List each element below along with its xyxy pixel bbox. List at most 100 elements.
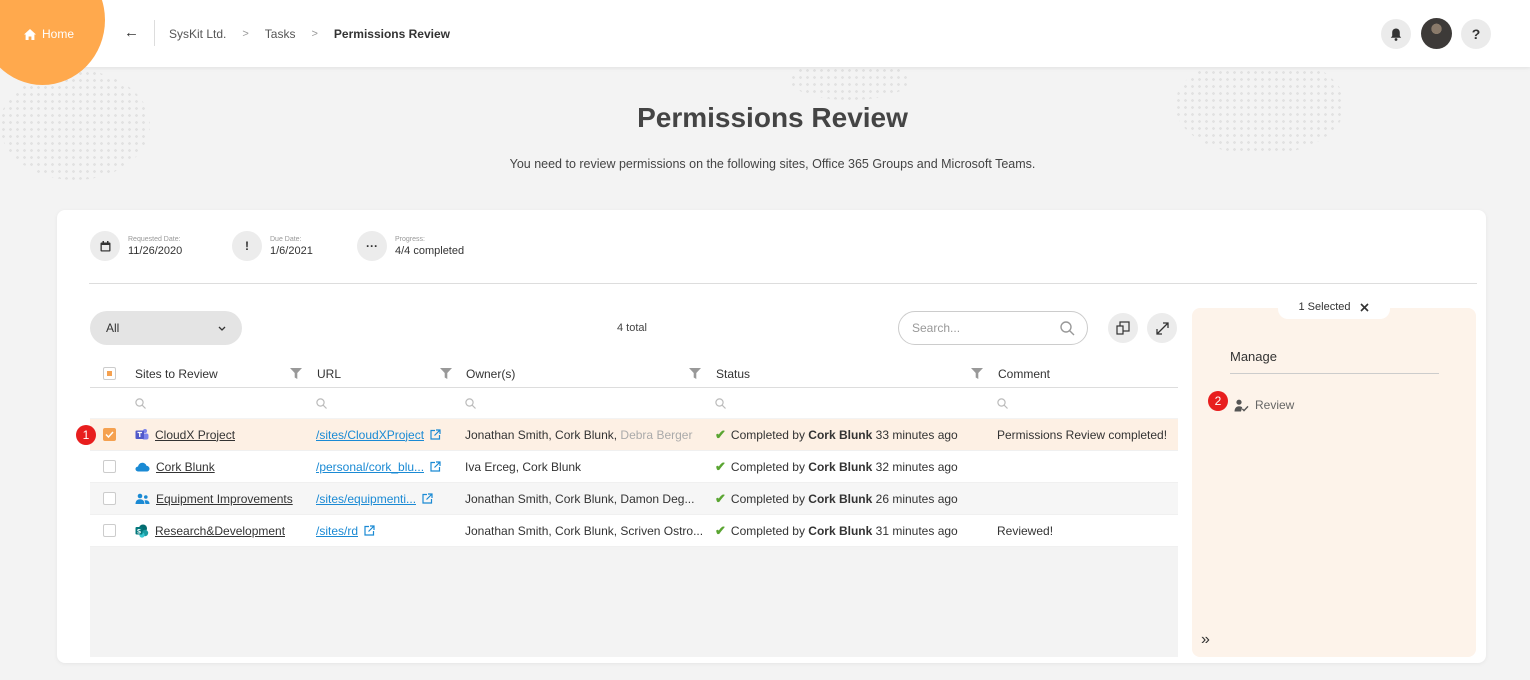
check-icon: ✔	[715, 522, 726, 538]
table-row[interactable]: Cork Blunk /personal/cork_blu... Iva Erc…	[90, 451, 1178, 483]
manage-heading: Manage	[1230, 349, 1277, 364]
svg-text:S: S	[137, 528, 141, 535]
column-header-sites[interactable]: Sites to Review	[135, 360, 218, 387]
check-icon: ✔	[715, 458, 726, 474]
row-checkbox[interactable]	[103, 483, 116, 514]
breadcrumb-item-current: Permissions Review	[333, 27, 450, 41]
comment-text: Reviewed!	[997, 523, 1054, 538]
bell-icon	[1390, 28, 1402, 41]
page-title: Permissions Review	[637, 102, 908, 133]
filter-funnel-icon[interactable]	[290, 368, 302, 382]
external-link-icon[interactable]	[430, 429, 441, 440]
table-row[interactable]: Equipment Improvements /sites/equipmenti…	[90, 483, 1178, 515]
check-icon: ✔	[715, 490, 726, 506]
progress-value: 4/4 completed	[395, 244, 465, 257]
selected-count: 1 Selected	[1298, 301, 1351, 313]
status-user: Cork Blunk	[808, 491, 873, 506]
expand-icon	[1155, 321, 1169, 335]
site-link[interactable]: Cork Blunk	[156, 460, 215, 474]
row-checkbox[interactable]	[103, 451, 116, 482]
table-row[interactable]: CloudX Project /sites/CloudXProject Jona…	[90, 419, 1178, 451]
site-link[interactable]: Equipment Improvements	[156, 492, 293, 506]
owners-text: Jonathan Smith, Cork Blunk,	[465, 427, 618, 442]
collapse-panel-icon[interactable]: »	[1201, 631, 1210, 649]
review-action[interactable]: Review	[1234, 398, 1294, 412]
table-header: Sites to Review URL Owner(s) Status Comm…	[90, 360, 1178, 388]
status-user: Cork Blunk	[808, 523, 873, 538]
divider	[89, 283, 1477, 284]
help-button[interactable]: ?	[1461, 19, 1491, 49]
select-all-checkbox[interactable]	[103, 360, 116, 387]
divider	[1230, 373, 1439, 374]
back-arrow-icon[interactable]: ←	[124, 24, 139, 41]
export-button[interactable]	[1108, 313, 1138, 343]
search-icon[interactable]	[1060, 320, 1075, 336]
column-header-comment[interactable]: Comment	[998, 360, 1050, 387]
row-checkbox[interactable]	[103, 419, 116, 450]
progress-meta: ··· Progress: 4/4 completed	[357, 231, 464, 261]
owners-muted-text: Debra Berger	[620, 427, 693, 442]
column-header-url[interactable]: URL	[317, 360, 341, 387]
filter-dropdown[interactable]: All	[90, 311, 242, 345]
filter-funnel-icon[interactable]	[440, 368, 452, 382]
task-card: Requested Date: 11/26/2020 ! Due Date: 1…	[57, 210, 1486, 663]
external-link-icon[interactable]	[430, 461, 441, 472]
status-prefix: Completed by	[730, 523, 805, 538]
status-user: Cork Blunk	[808, 459, 873, 474]
column-search-icon[interactable]	[715, 388, 726, 418]
column-search-icon[interactable]	[997, 388, 1008, 418]
url-link[interactable]: /sites/CloudXProject	[316, 428, 424, 442]
owners-text: Iva Erceg, Cork Blunk	[465, 459, 582, 474]
sites-table: Sites to Review URL Owner(s) Status Comm…	[90, 360, 1178, 657]
check-icon: ✔	[715, 426, 726, 442]
breadcrumb-item-company[interactable]: SysKit Ltd.	[169, 27, 226, 41]
external-link-icon[interactable]	[422, 493, 433, 504]
site-link[interactable]: Research&Development	[155, 524, 285, 538]
requested-date-meta: Requested Date: 11/26/2020	[90, 231, 182, 261]
filter-funnel-icon[interactable]	[689, 368, 701, 382]
search-input[interactable]	[912, 321, 1052, 335]
home-button[interactable]: Home	[24, 27, 74, 41]
chevron-down-icon	[218, 326, 226, 331]
column-search-icon[interactable]	[135, 388, 146, 418]
status-user: Cork Blunk	[808, 427, 873, 442]
expand-button[interactable]	[1147, 313, 1177, 343]
search-box	[898, 311, 1088, 345]
column-header-status[interactable]: Status	[716, 360, 750, 387]
annotation-badge: 2	[1208, 391, 1228, 411]
teams-icon	[135, 429, 149, 440]
url-link[interactable]: /personal/cork_blu...	[316, 460, 424, 474]
page-subtitle: You need to review permissions on the fo…	[509, 157, 1036, 171]
group-icon	[135, 493, 150, 504]
column-search-icon[interactable]	[465, 388, 476, 418]
sharepoint-icon: S	[135, 524, 149, 538]
total-count: 4 total	[617, 322, 647, 334]
notifications-button[interactable]	[1381, 19, 1411, 49]
column-search-icon[interactable]	[316, 388, 327, 418]
filter-dropdown-value: All	[106, 321, 120, 335]
table-row[interactable]: S Research&Development /sites/rd Jonatha…	[90, 515, 1178, 547]
help-label: ?	[1471, 26, 1481, 42]
home-icon	[24, 28, 36, 40]
chevron-right-icon: >	[242, 28, 249, 40]
due-date-meta: ! Due Date: 1/6/2021	[232, 231, 313, 261]
exclamation-icon: !	[232, 231, 262, 261]
due-date-value: 1/6/2021	[270, 244, 313, 257]
column-header-owners[interactable]: Owner(s)	[466, 360, 515, 387]
breadcrumb-item-tasks[interactable]: Tasks	[265, 27, 296, 41]
external-link-icon[interactable]	[364, 525, 375, 536]
selection-tab: 1 Selected	[1278, 295, 1390, 319]
divider	[154, 20, 155, 46]
site-link[interactable]: CloudX Project	[155, 428, 235, 442]
url-link[interactable]: /sites/rd	[316, 524, 358, 538]
avatar[interactable]	[1421, 18, 1452, 49]
status-time: 32 minutes ago	[875, 459, 958, 474]
home-label: Home	[42, 27, 75, 41]
url-link[interactable]: /sites/equipmenti...	[316, 492, 416, 506]
close-icon[interactable]	[1360, 302, 1370, 312]
status-prefix: Completed by	[730, 491, 805, 506]
chevron-right-icon: >	[311, 28, 318, 40]
filter-funnel-icon[interactable]	[971, 368, 983, 382]
status-time: 26 minutes ago	[875, 491, 958, 506]
row-checkbox[interactable]	[103, 515, 116, 546]
